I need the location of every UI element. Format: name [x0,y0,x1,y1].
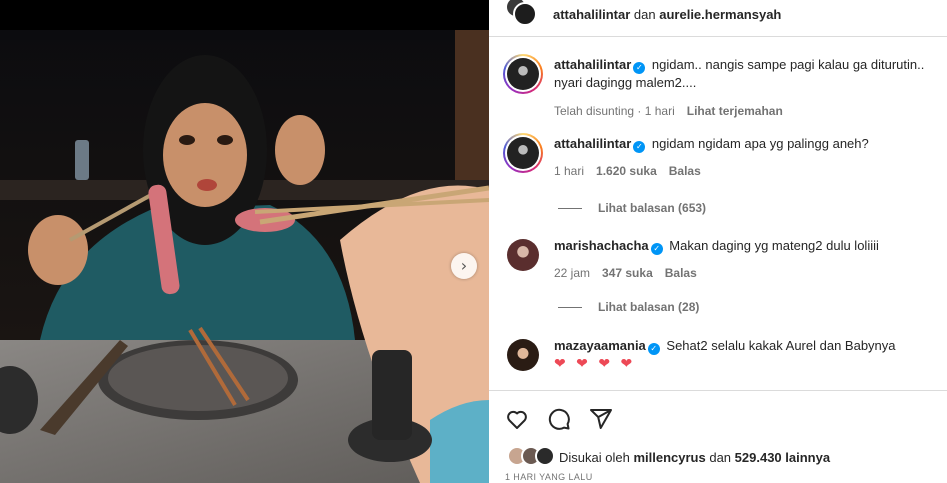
comment-username[interactable]: attahalilintar [554,57,631,72]
heart-emojis: ❤ ❤ ❤ ❤ [554,356,636,372]
avatar [513,2,537,26]
comment-time[interactable]: 22 jam [554,264,590,282]
comment-time[interactable]: 1 hari [554,162,584,180]
author-link[interactable]: aurelie.hermansyah [659,7,781,22]
liked-by-prefix: Disukai oleh [559,449,630,465]
see-translation-link[interactable]: Lihat terjemahan [687,102,783,120]
verified-badge-icon: ✓ [647,343,660,355]
view-replies-label: Lihat balasan (28) [598,300,700,314]
author-connector: dan [633,6,656,22]
reply-button[interactable]: Balas [669,162,701,180]
divider [558,306,582,308]
comment-icon[interactable] [547,407,571,431]
comment-text: Sehat2 selalu kakak Aurel dan Babynya [666,338,896,353]
comment-username[interactable]: attahalilintar [554,136,631,151]
post-side-panel: attahalilintar dan aurelie.hermansyah at… [489,0,947,483]
verified-badge-icon: ✓ [633,141,646,153]
reply-button[interactable]: Balas [665,264,697,282]
carousel-next-button[interactable]: › [451,253,477,279]
edited-label: Telah disunting [554,104,635,118]
photo-illustration [0,0,489,483]
divider [558,207,582,209]
verified-badge-icon: ✓ [650,243,663,255]
author-link[interactable]: attahalilintar [553,7,630,22]
view-replies-button[interactable]: Lihat balasan (28) [558,300,699,314]
comment-text: ngidam ngidam apa yg palingg aneh? [651,136,869,151]
liked-by-avatars[interactable] [507,446,559,468]
liked-by-text: Disukai oleh millencyrus dan 529.430 lai… [559,450,830,465]
avatar[interactable] [507,239,539,271]
view-replies-label: Lihat balasan (653) [598,201,707,215]
avatar[interactable] [503,133,543,173]
comment-text: Makan daging yg mateng2 dulu loliiii [669,238,879,253]
divider [489,36,947,37]
avatar [535,446,555,466]
comment-likes[interactable]: 347 suka [602,264,653,282]
heart-icon[interactable] [505,407,529,431]
avatar[interactable] [507,339,539,371]
liked-by-connector: dan [709,449,732,465]
chevron-right-icon: › [460,256,468,275]
post-photo[interactable]: › [0,0,489,483]
likes-count-link[interactable]: 529.430 lainnya [735,450,830,465]
divider [489,390,947,391]
avatar[interactable] [503,54,543,94]
share-icon[interactable] [589,407,613,431]
post-header: attahalilintar dan aurelie.hermansyah [489,0,947,28]
verified-badge-icon: ✓ [633,62,646,74]
view-replies-button[interactable]: Lihat balasan (653) [558,201,706,215]
liked-by: Disukai oleh millencyrus dan 529.430 lai… [507,446,830,468]
author-avatars[interactable] [505,0,537,28]
comment-username[interactable]: mazayaamania [554,338,646,353]
liked-by-user-link[interactable]: millencyrus [633,450,705,465]
post-authors: attahalilintar dan aurelie.hermansyah [553,7,781,22]
comment-time[interactable]: 1 hari [645,104,675,118]
comment-username[interactable]: marishachacha [554,238,649,253]
post-timestamp[interactable]: 1 HARI YANG LALU [505,472,593,482]
comment-likes[interactable]: 1.620 suka [596,162,657,180]
post-actions [489,402,947,436]
